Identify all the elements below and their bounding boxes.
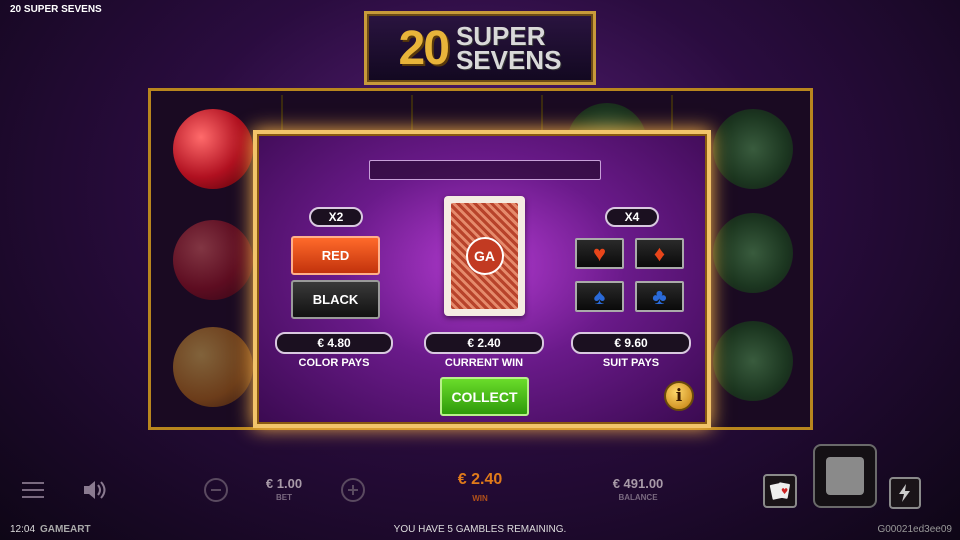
- gamble-panel: X2 RED BLACK GA X4 ♥ ♦ ♠ ♣ € 4.80 COLOR …: [253, 130, 711, 428]
- clover-symbol: [713, 321, 793, 401]
- balance-value: € 491.00: [612, 476, 664, 491]
- cards-icon: ♥: [769, 482, 790, 500]
- spade-icon: ♠: [593, 283, 606, 309]
- diamond-icon: ♦: [653, 240, 666, 266]
- info-button[interactable]: i: [664, 381, 694, 411]
- cherry-symbol: [173, 109, 253, 189]
- lightning-icon: [899, 484, 910, 502]
- menu-icon[interactable]: [22, 480, 44, 498]
- win-value: € 2.40: [457, 471, 503, 488]
- bet-value: € 1.00: [265, 476, 303, 491]
- balance-label: BALANCE: [618, 493, 658, 502]
- turbo-button[interactable]: [889, 477, 921, 509]
- cherry-symbol: [173, 220, 253, 300]
- logo-word-sevens: SEVENS: [455, 45, 562, 75]
- sound-icon[interactable]: [82, 478, 108, 502]
- color-pays-value: € 4.80: [275, 332, 393, 354]
- diamonds-button[interactable]: ♦: [635, 238, 684, 269]
- collect-button[interactable]: COLLECT: [440, 377, 529, 416]
- current-win-label: CURRENT WIN: [444, 357, 524, 369]
- gamble-cards-button[interactable]: ♥: [763, 474, 797, 508]
- hearts-button[interactable]: ♥: [575, 238, 624, 269]
- minus-icon: [211, 489, 221, 491]
- decrease-bet-button[interactable]: [204, 478, 228, 502]
- stop-icon: [826, 457, 864, 495]
- red-button[interactable]: RED: [291, 236, 380, 275]
- gamble-card: GA: [444, 196, 525, 316]
- color-pays-label: COLOR PAYS: [298, 357, 370, 369]
- spades-button[interactable]: ♠: [575, 281, 624, 312]
- svg-text:♥: ♥: [781, 487, 788, 496]
- plus-icon: [348, 485, 358, 495]
- color-multiplier-badge: X2: [309, 207, 363, 227]
- clover-symbol: [713, 213, 793, 293]
- suit-pays-value: € 9.60: [571, 332, 691, 354]
- gamble-message-bar: [369, 160, 601, 180]
- game-title: 20 SUPER SEVENS: [10, 4, 102, 15]
- suit-multiplier-badge: X4: [605, 207, 659, 227]
- suit-pays-label: SUIT PAYS: [602, 357, 660, 369]
- orange-symbol: [173, 327, 253, 407]
- black-button[interactable]: BLACK: [291, 280, 380, 319]
- bet-label: BET: [276, 493, 292, 502]
- club-icon: ♣: [652, 283, 667, 309]
- session-id: G00021ed3ee09: [877, 524, 952, 535]
- clover-symbol: [713, 109, 793, 189]
- game-logo: 20 SUPER SEVENS: [364, 11, 596, 85]
- card-logo: GA: [465, 237, 504, 275]
- logo-number: 20: [398, 21, 450, 75]
- spin-button[interactable]: [813, 444, 877, 508]
- current-win-value: € 2.40: [424, 332, 544, 354]
- clubs-button[interactable]: ♣: [635, 281, 684, 312]
- status-message: YOU HAVE 5 GAMBLES REMAINING.: [393, 524, 567, 535]
- heart-icon: ♥: [592, 240, 607, 266]
- increase-bet-button[interactable]: [341, 478, 365, 502]
- win-label: WIN: [472, 494, 488, 503]
